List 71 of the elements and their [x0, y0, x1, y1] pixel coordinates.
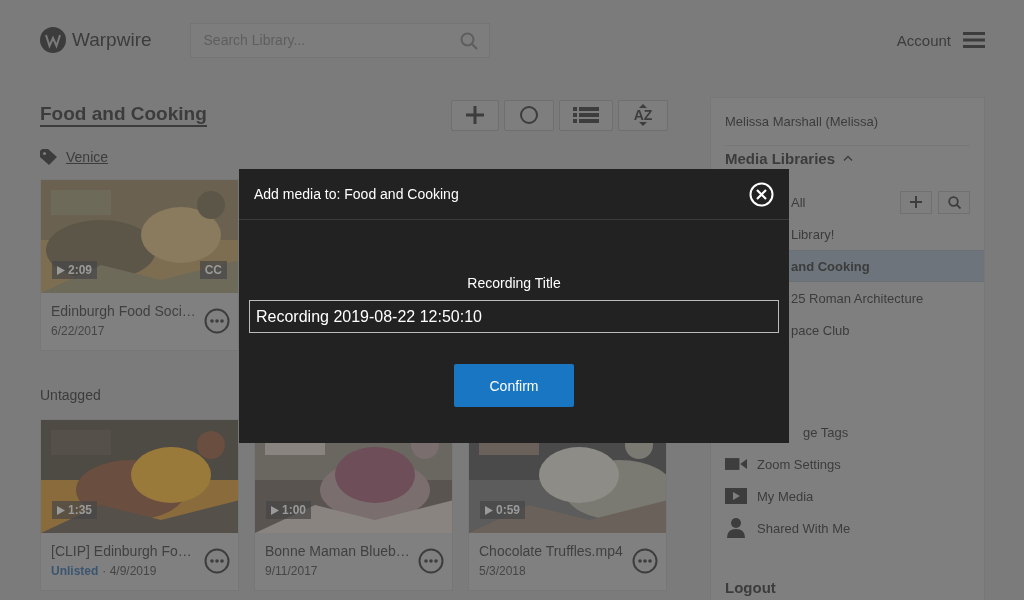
library-title: Food and Cooking [40, 103, 207, 127]
video-title: Chocolate Truffles.mp4 [479, 543, 624, 559]
video-date: 5/3/2018 [479, 564, 526, 578]
duration-badge: 2:09 [52, 261, 98, 279]
more-options-icon[interactable] [418, 547, 444, 574]
duration-badge: 0:59 [480, 501, 526, 519]
play-icon [485, 505, 493, 515]
circle-icon [519, 105, 539, 125]
user-name: Melissa Marshall (Melissa) [725, 98, 970, 146]
link-label: Shared With Me [757, 520, 851, 536]
account-link[interactable]: Account [896, 31, 951, 49]
plus-icon [909, 195, 923, 209]
video-date: 9/11/2017 [265, 564, 318, 578]
search-icon [459, 31, 478, 50]
library-name: pace Club [791, 322, 850, 338]
caret-icon [639, 122, 647, 126]
logo-text: Warpwire [72, 29, 152, 51]
add-library-button[interactable] [900, 190, 932, 214]
video-camera-icon [725, 455, 747, 473]
play-icon [57, 265, 65, 275]
plus-icon [464, 104, 486, 126]
play-icon [725, 488, 747, 504]
link-label: ge Tags [803, 424, 849, 440]
duration-badge: 1:35 [52, 501, 98, 519]
sidebar-link[interactable]: Zoom Settings [725, 448, 984, 480]
list-view-button[interactable] [559, 99, 613, 131]
link-label: Zoom Settings [757, 456, 841, 472]
confirm-button[interactable]: Confirm [454, 364, 574, 407]
modal-title: Add media to: Food and Cooking [254, 186, 459, 202]
title-field[interactable]: Recording 2019-08-22 12:50:10 [249, 300, 779, 333]
sidebar-link[interactable]: My Media [725, 480, 984, 512]
more-options-icon[interactable] [204, 547, 230, 574]
more-options-icon[interactable] [204, 307, 230, 334]
add-button[interactable] [451, 99, 499, 131]
video-date: 6/22/2017 [51, 324, 105, 338]
library-name: Library! [791, 226, 835, 242]
captions-badge: CC [199, 261, 227, 279]
visibility-label: Unlisted [51, 564, 99, 578]
section-heading: Media Libraries [725, 149, 836, 167]
library-name: and Cooking [791, 258, 870, 274]
video-title: [CLIP] Edinburgh Fo… [51, 543, 193, 559]
person-icon [725, 518, 747, 538]
link-label: My Media [757, 488, 814, 504]
sort-button[interactable]: AZ [618, 99, 668, 131]
more-options-icon[interactable] [632, 547, 658, 574]
duration-badge: 1:00 [266, 501, 312, 519]
field-label: Recording Title [467, 275, 561, 291]
caret-icon [639, 104, 647, 108]
video-title: Bonne Maman Blueb… [265, 543, 411, 559]
video-date: · 4/9/2019 [102, 564, 157, 578]
library-name: All [791, 194, 806, 210]
play-icon [271, 505, 279, 515]
logo-icon [40, 27, 66, 53]
search-icon [947, 195, 961, 209]
search-button[interactable] [938, 190, 970, 214]
tag-link[interactable]: Venice [66, 149, 109, 165]
play-icon [57, 505, 65, 515]
video-card[interactable]: 1:35 [CLIP] Edinburgh Fo… Unlisted · 4/9/2019 [40, 419, 239, 591]
sidebar-link[interactable]: Shared With Me [725, 512, 984, 544]
library-item[interactable]: All [711, 186, 984, 218]
record-button[interactable] [504, 99, 554, 131]
video-card[interactable]: 2:09 CC Edinburgh Food Soci… 6/22/2017 [40, 179, 239, 351]
logout-link[interactable]: Logout [725, 579, 984, 596]
video-title: Edinburgh Food Soci… [51, 303, 197, 319]
list-icon [573, 106, 599, 124]
group-heading: Untagged [40, 387, 102, 405]
close-icon[interactable] [749, 181, 774, 207]
chevron-up-icon[interactable] [843, 155, 854, 161]
menu-icon[interactable] [963, 32, 985, 48]
tag-icon [40, 149, 58, 165]
library-name: 25 Roman Architecture [791, 290, 924, 306]
